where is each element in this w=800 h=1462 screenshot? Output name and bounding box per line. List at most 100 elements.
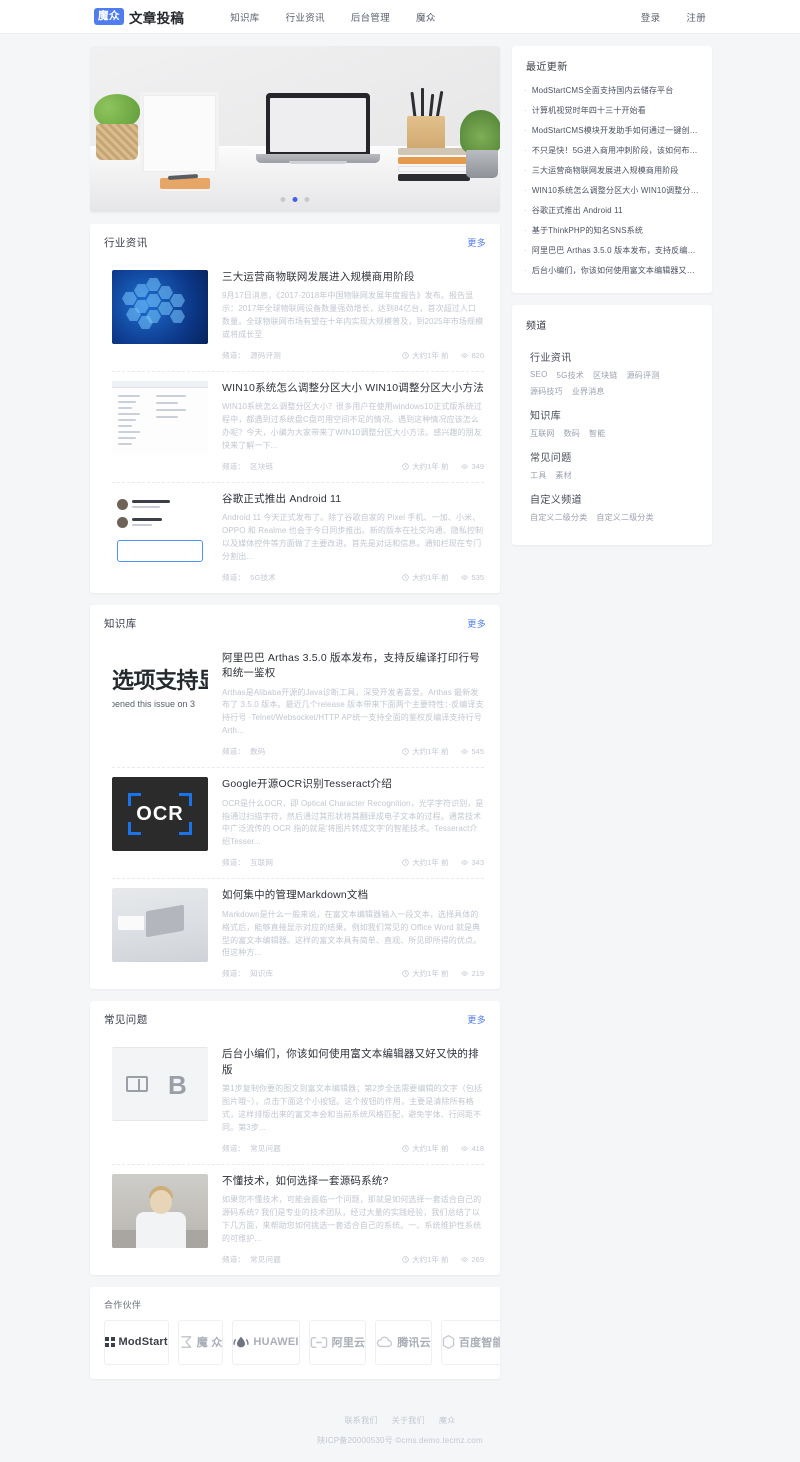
- article-title[interactable]: 后台小编们，你该如何使用富文本编辑器又好又快的排版: [222, 1047, 484, 1077]
- banner-carousel[interactable]: [90, 46, 500, 212]
- recent-update-link[interactable]: 谷歌正式推出 Android 11: [532, 205, 623, 217]
- channel-tag[interactable]: 源码技巧: [530, 386, 563, 397]
- channel-tag[interactable]: 互联网: [530, 428, 555, 439]
- recent-update-link[interactable]: WIN10系统怎么调整分区大小 WIN10调整分区大小方法: [532, 185, 700, 197]
- recent-update-link[interactable]: ModStartCMS全面支持国内云储存平台: [532, 85, 674, 97]
- article-item[interactable]: B 后台小编们，你该如何使用富文本编辑器又好又快的排版 第1步复制你要的图文到富…: [90, 1037, 500, 1163]
- carousel-dot-0[interactable]: [280, 197, 286, 202]
- article-thumbnail[interactable]: OCR: [112, 777, 208, 852]
- channel-value[interactable]: 常见问题: [250, 1144, 281, 1153]
- article-title[interactable]: 如何集中的管理Markdown文档: [222, 888, 484, 903]
- section-more-link[interactable]: 更多: [467, 1013, 486, 1026]
- article-title[interactable]: Google开源OCR识别Tesseract介绍: [222, 777, 484, 792]
- article-thumbnail[interactable]: [112, 381, 208, 456]
- article-title[interactable]: 谷歌正式推出 Android 11: [222, 492, 484, 507]
- recent-update-item[interactable]: · WIN10系统怎么调整分区大小 WIN10调整分区大小方法: [524, 181, 700, 201]
- register-link[interactable]: 注册: [686, 10, 706, 24]
- article-item[interactable]: WIN10系统怎么调整分区大小 WIN10调整分区大小方法 WIN10系统怎么调…: [90, 371, 500, 482]
- article-item[interactable]: 谷歌正式推出 Android 11 Android 11 今天正式发布了。除了谷…: [90, 482, 500, 593]
- article-item[interactable]: 选项支持显pened this issue on 3 阿里巴巴 Arthas 3…: [90, 641, 500, 767]
- partner-logo[interactable]: 阿里云: [308, 1319, 367, 1365]
- channel-value[interactable]: 数码: [250, 747, 265, 756]
- eye-icon: [461, 860, 469, 866]
- article-item[interactable]: 如何集中的管理Markdown文档 Markdown是什么一般来说，在富文本编辑…: [90, 878, 500, 989]
- carousel-dot-1[interactable]: [292, 197, 298, 202]
- recent-update-link[interactable]: 后台小编们，你该如何使用富文本编辑器又好又快的...: [532, 265, 700, 277]
- recent-update-item[interactable]: · 基于ThinkPHP的知名SNS系统: [524, 221, 700, 241]
- recent-update-link[interactable]: 计算机视觉时年四十三十开始看: [532, 105, 646, 117]
- partner-logo[interactable]: 百度智能云: [440, 1319, 500, 1365]
- article-item[interactable]: 不懂技术，如何选择一套源码系统? 如果您不懂技术，可能会面临一个问题，那就是如何…: [90, 1163, 500, 1275]
- nav-item-mozhong[interactable]: 魔众: [416, 10, 436, 24]
- channel-label: 频道：: [222, 969, 246, 979]
- carousel-dots[interactable]: [280, 197, 310, 202]
- recent-update-item[interactable]: · 后台小编们，你该如何使用富文本编辑器又好又快的...: [524, 261, 700, 281]
- recent-update-item[interactable]: · 计算机视觉时年四十三十开始看: [524, 101, 700, 121]
- channel-tag-list: 自定义二级分类 自定义二级分类: [530, 512, 698, 523]
- article-thumbnail[interactable]: [112, 1173, 208, 1248]
- article-thumbnail[interactable]: B: [112, 1047, 208, 1122]
- article-thumbnail[interactable]: [112, 492, 208, 567]
- article-item[interactable]: 三大运营商物联网发展进入规模商用阶段 9月17日消息，《2017-2018年中国…: [90, 260, 500, 371]
- recent-update-item[interactable]: · ModStartCMS全面支持国内云储存平台: [524, 81, 700, 101]
- channel-value[interactable]: 互联网: [250, 858, 273, 867]
- footer-link-contact[interactable]: 联系我们: [344, 1415, 377, 1426]
- recent-update-item[interactable]: · 三大运营商物联网发展进入规模商用阶段: [524, 161, 700, 181]
- recent-update-link[interactable]: 阿里巴巴 Arthas 3.5.0 版本发布，支持反编译打印行...: [532, 245, 700, 257]
- channel-tag[interactable]: 区块链: [593, 370, 618, 381]
- section-more-link[interactable]: 更多: [467, 617, 486, 630]
- channel-tag[interactable]: 自定义二级分类: [596, 512, 653, 523]
- login-link[interactable]: 登录: [641, 10, 661, 24]
- sigma-icon: [181, 1336, 192, 1349]
- channel-tag[interactable]: 业界消息: [572, 386, 605, 397]
- nav-item-industry-news[interactable]: 行业资讯: [286, 10, 325, 24]
- recent-update-item[interactable]: · 谷歌正式推出 Android 11: [524, 201, 700, 221]
- partner-logo[interactable]: 魔 众: [177, 1319, 224, 1365]
- partner-logo[interactable]: HUAWEI: [232, 1319, 300, 1365]
- footer-link-about[interactable]: 关于我们: [392, 1415, 425, 1426]
- carousel-dot-2[interactable]: [304, 197, 310, 202]
- recent-update-link[interactable]: ModStartCMS模块开发助手如何通过一键创建模块?: [532, 125, 700, 137]
- channel-group-name[interactable]: 常见问题: [530, 449, 698, 464]
- brand-logo[interactable]: 魔众 文章投稿: [94, 7, 184, 27]
- channel-value[interactable]: 知识库: [250, 969, 273, 978]
- channel-group-name[interactable]: 行业资讯: [530, 349, 698, 364]
- article-item[interactable]: OCR Google开源OCR识别Tesseract介绍 OCR是什么OCR，即…: [90, 767, 500, 878]
- channel-tag[interactable]: 智能: [589, 428, 605, 439]
- channel-tag[interactable]: 素材: [555, 470, 571, 481]
- footer-link-mozhong[interactable]: 魔众: [439, 1415, 456, 1426]
- channel-tag[interactable]: 源码评测: [627, 370, 660, 381]
- baidu-bear-icon: [442, 1335, 455, 1350]
- partner-logo[interactable]: ModStart: [104, 1319, 169, 1365]
- recent-update-link[interactable]: 基于ThinkPHP的知名SNS系统: [532, 225, 643, 237]
- channel-tag[interactable]: 数码: [564, 428, 580, 439]
- channel-group-name[interactable]: 自定义频道: [530, 491, 698, 506]
- channel-value[interactable]: 常见问题: [250, 1255, 281, 1264]
- article-title[interactable]: 不懂技术，如何选择一套源码系统?: [222, 1174, 484, 1189]
- article-thumbnail[interactable]: 选项支持显pened this issue on 3: [112, 651, 208, 726]
- article-title[interactable]: 三大运营商物联网发展进入规模商用阶段: [222, 270, 484, 285]
- recent-update-item[interactable]: · ModStartCMS模块开发助手如何通过一键创建模块?: [524, 121, 700, 141]
- section-more-link[interactable]: 更多: [467, 236, 486, 249]
- channel-value[interactable]: 区块链: [250, 462, 273, 471]
- channel-value[interactable]: 源码评测: [250, 351, 281, 360]
- clock-icon: [402, 463, 409, 470]
- article-views-count: 349: [471, 462, 484, 472]
- recent-update-link[interactable]: 三大运营商物联网发展进入规模商用阶段: [532, 165, 679, 177]
- recent-update-item[interactable]: · 阿里巴巴 Arthas 3.5.0 版本发布，支持反编译打印行...: [524, 241, 700, 261]
- nav-item-admin[interactable]: 后台管理: [351, 10, 390, 24]
- recent-update-item[interactable]: · 不只是快！5G进入商用冲刺阶段，该如何布局?: [524, 141, 700, 161]
- recent-update-link[interactable]: 不只是快！5G进入商用冲刺阶段，该如何布局?: [532, 145, 700, 157]
- article-title[interactable]: WIN10系统怎么调整分区大小 WIN10调整分区大小方法: [222, 381, 484, 396]
- article-title[interactable]: 阿里巴巴 Arthas 3.5.0 版本发布，支持反编译打印行号和统一鉴权: [222, 651, 484, 681]
- channel-value[interactable]: 5G技术: [250, 573, 276, 582]
- channel-tag[interactable]: 工具: [530, 470, 546, 481]
- channel-tag[interactable]: SEO: [530, 370, 548, 381]
- article-thumbnail[interactable]: [112, 888, 208, 963]
- channel-tag[interactable]: 5G技术: [557, 370, 584, 381]
- article-thumbnail[interactable]: [112, 270, 208, 344]
- nav-item-knowledge[interactable]: 知识库: [230, 10, 259, 24]
- channel-tag[interactable]: 自定义二级分类: [530, 512, 587, 523]
- partner-logo[interactable]: 腾讯云: [375, 1319, 432, 1365]
- channel-group-name[interactable]: 知识库: [530, 407, 698, 422]
